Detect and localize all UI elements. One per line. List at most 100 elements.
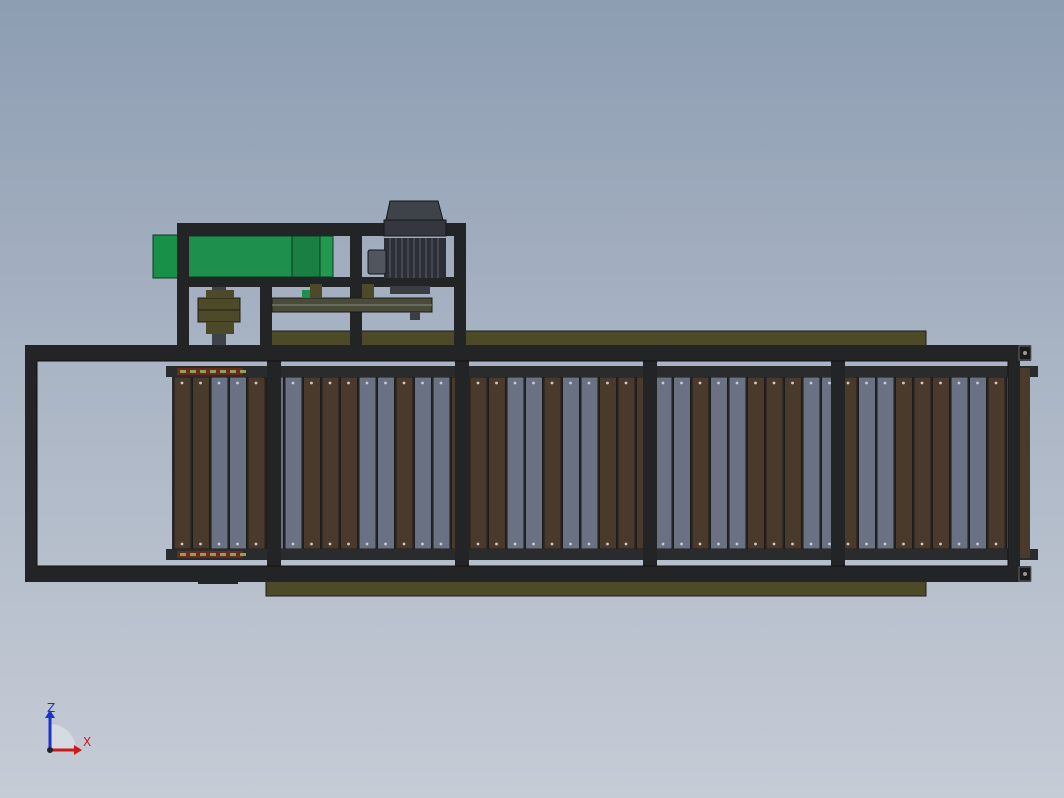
bearing-housing-lower bbox=[206, 322, 234, 334]
frame-right-post bbox=[1008, 345, 1020, 582]
belt-plank bbox=[691, 376, 710, 550]
plank-rivet bbox=[791, 381, 794, 385]
chain-link bbox=[220, 553, 226, 556]
triad-origin bbox=[47, 747, 53, 753]
plank-rivet bbox=[384, 542, 387, 546]
motor-fan-cover bbox=[385, 200, 444, 221]
plank-rivet bbox=[809, 381, 813, 385]
belt-plank bbox=[599, 376, 617, 550]
belt-plank bbox=[284, 376, 303, 550]
drive-frame-center-post bbox=[350, 223, 362, 349]
plank-rivet bbox=[680, 542, 683, 546]
plank-rivet bbox=[310, 542, 313, 546]
plank-rivet bbox=[254, 542, 258, 546]
plank-rivet bbox=[606, 381, 609, 385]
belt-plank bbox=[192, 376, 210, 550]
plank-rivet bbox=[217, 381, 221, 385]
plank-rivet bbox=[717, 542, 720, 546]
gear-motor-flange bbox=[291, 235, 323, 278]
z-axis-label: Z bbox=[47, 701, 55, 715]
plank-rivet bbox=[772, 542, 776, 546]
conveyor-belt[interactable] bbox=[166, 366, 1038, 560]
belt-plank bbox=[229, 376, 247, 550]
plank-rivet bbox=[957, 381, 961, 385]
plank-rivet bbox=[735, 542, 739, 546]
motor-base bbox=[390, 286, 430, 294]
plank-rivet bbox=[347, 542, 350, 546]
plank-rivet bbox=[328, 381, 332, 385]
plank-rivet bbox=[384, 381, 387, 385]
belt-plank bbox=[580, 376, 599, 550]
plank-rivet bbox=[828, 542, 831, 546]
chain-link bbox=[180, 370, 186, 373]
plank-rivet bbox=[254, 381, 258, 385]
chain-link bbox=[190, 370, 196, 373]
belt-plank bbox=[543, 376, 562, 550]
plank-rivet bbox=[587, 542, 591, 546]
belt-plank bbox=[488, 376, 506, 550]
frame-post-1 bbox=[267, 345, 281, 582]
belt-plank bbox=[562, 376, 580, 550]
belt-plank bbox=[247, 376, 266, 550]
motor-terminal-box bbox=[367, 249, 387, 275]
lower-chain-rail bbox=[166, 549, 1038, 560]
plank-rivet bbox=[328, 542, 332, 546]
x-axis-label: X bbox=[83, 735, 91, 749]
drive-frame-left-post bbox=[177, 223, 189, 349]
plank-rivet bbox=[402, 542, 406, 546]
belt-plank bbox=[858, 376, 876, 550]
cad-viewport[interactable]: Z X bbox=[0, 0, 1064, 798]
plank-rivet bbox=[957, 542, 961, 546]
plank-rivet bbox=[624, 542, 628, 546]
drive-frame-right-post bbox=[454, 223, 466, 349]
upper-side-rail bbox=[265, 330, 927, 348]
plank-rivet bbox=[421, 381, 424, 385]
frame-foot-left bbox=[198, 580, 238, 584]
plank-rivet bbox=[550, 381, 554, 385]
belt-plank bbox=[969, 376, 987, 550]
plank-rivet bbox=[994, 542, 998, 546]
plank-rivet bbox=[698, 542, 702, 546]
plank-rivet bbox=[976, 542, 979, 546]
plank-rivet bbox=[754, 381, 757, 385]
plank-rivet bbox=[680, 381, 683, 385]
plank-rivet bbox=[846, 381, 850, 385]
chain-link bbox=[200, 553, 206, 556]
plank-rivet bbox=[698, 381, 702, 385]
plank-rivet bbox=[994, 381, 998, 385]
belt-plank bbox=[784, 376, 802, 550]
green-fitting bbox=[302, 290, 310, 298]
plank-rivet bbox=[532, 542, 535, 546]
plank-rivet bbox=[421, 542, 424, 546]
plank-rivet bbox=[439, 381, 443, 385]
belt-plank bbox=[987, 376, 1006, 550]
belt-plank bbox=[895, 376, 913, 550]
plank-rivet bbox=[939, 381, 942, 385]
plank-rivet bbox=[865, 381, 868, 385]
chain-link bbox=[200, 370, 206, 373]
gear-motor-coupling bbox=[319, 235, 334, 278]
shaft-clamp-left bbox=[310, 284, 322, 298]
plank-rivet bbox=[569, 542, 572, 546]
plank-rivet bbox=[883, 381, 887, 385]
chain-link bbox=[220, 370, 226, 373]
plank-rivet bbox=[846, 542, 850, 546]
plank-rivet bbox=[661, 542, 665, 546]
plank-rivet bbox=[495, 542, 498, 546]
belt-plank bbox=[321, 376, 340, 550]
drive-frame-inner-post bbox=[260, 287, 272, 349]
plank-rivet bbox=[513, 381, 517, 385]
plank-rivet bbox=[920, 542, 924, 546]
plank-rivet bbox=[624, 381, 628, 385]
plank-rivet bbox=[365, 381, 369, 385]
belt-plank bbox=[932, 376, 950, 550]
plank-rivet bbox=[310, 381, 313, 385]
belt-plank bbox=[358, 376, 377, 550]
lower-side-rail bbox=[265, 579, 927, 597]
chain-link bbox=[210, 553, 216, 556]
x-axis-arrow bbox=[74, 745, 82, 755]
plank-rivet bbox=[902, 542, 905, 546]
plank-rivet bbox=[402, 381, 406, 385]
belt-plank bbox=[913, 376, 932, 550]
chain-link bbox=[190, 553, 196, 556]
